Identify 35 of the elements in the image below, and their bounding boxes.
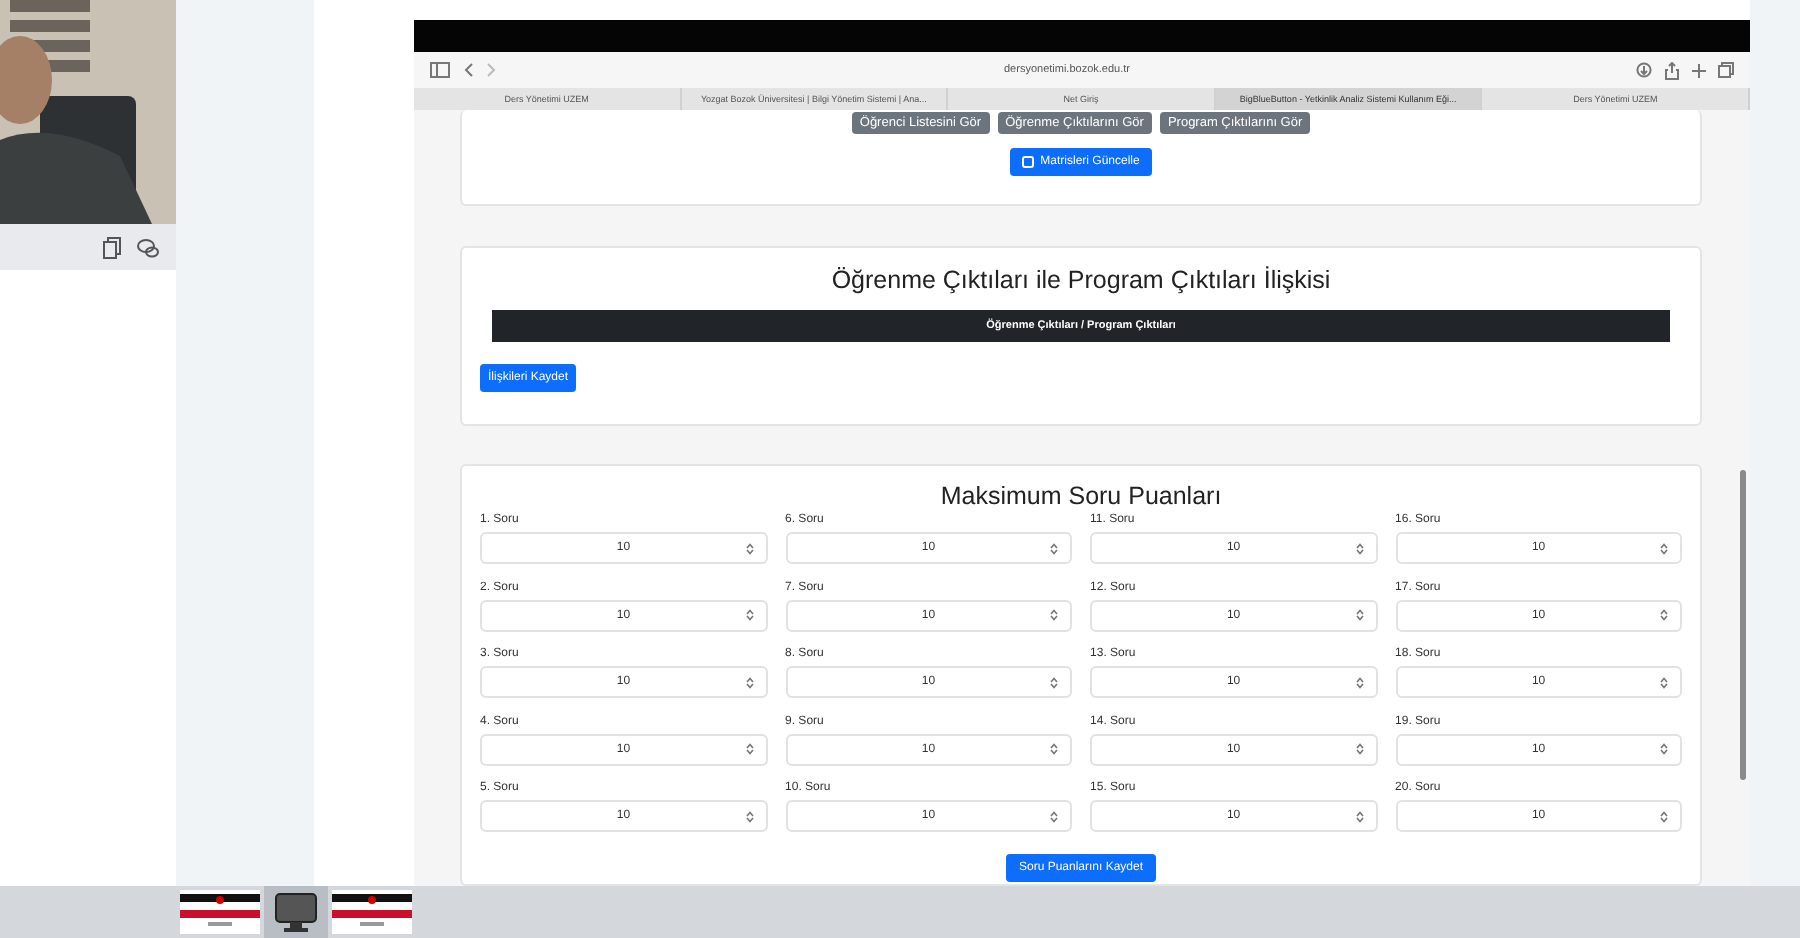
copy-icon[interactable] (102, 235, 122, 259)
spinner-icon[interactable] (1355, 675, 1364, 689)
spinner-icon[interactable] (1355, 809, 1364, 823)
spinner-icon[interactable] (745, 809, 754, 823)
share-icon[interactable] (1664, 61, 1680, 79)
plus-icon[interactable] (1692, 63, 1706, 77)
spinner-icon[interactable] (1050, 809, 1059, 823)
spinner-icon[interactable] (1050, 608, 1059, 622)
spinner-icon[interactable] (1355, 541, 1364, 555)
section-title: Öğrenme Çıktıları ile Program Çıktıları İlişkisi (829, 266, 1333, 294)
slide-thumbnail[interactable] (332, 890, 412, 934)
monitor-icon[interactable] (264, 886, 328, 938)
spinner-icon[interactable] (745, 541, 754, 555)
grid-icon (1022, 156, 1035, 168)
sidebar-icon[interactable] (430, 62, 450, 78)
spinner-icon[interactable] (1050, 675, 1059, 689)
spinner-icon[interactable] (1660, 608, 1669, 622)
tabs-icon[interactable] (1718, 62, 1734, 78)
spinner-icon[interactable] (1050, 742, 1059, 756)
spinner-icon[interactable] (745, 675, 754, 689)
spinner-icon[interactable] (1050, 541, 1059, 555)
spinner-icon[interactable] (1660, 675, 1669, 689)
spinner-icon[interactable] (745, 608, 754, 622)
section-title: Maksimum Soru Puanları (938, 482, 1224, 510)
spinner-icon[interactable] (1660, 809, 1669, 823)
download-icon[interactable] (1636, 62, 1652, 78)
chat-icon[interactable] (136, 235, 160, 259)
slide-thumbnail[interactable] (180, 890, 260, 934)
spinner-icon[interactable] (1660, 541, 1669, 555)
spinner-icon[interactable] (1355, 608, 1364, 622)
scrollbar[interactable] (1740, 470, 1746, 780)
spinner-icon[interactable] (1355, 742, 1364, 756)
spinner-icon[interactable] (745, 742, 754, 756)
spinner-icon[interactable] (1660, 742, 1669, 756)
back-icon[interactable] (462, 62, 474, 78)
